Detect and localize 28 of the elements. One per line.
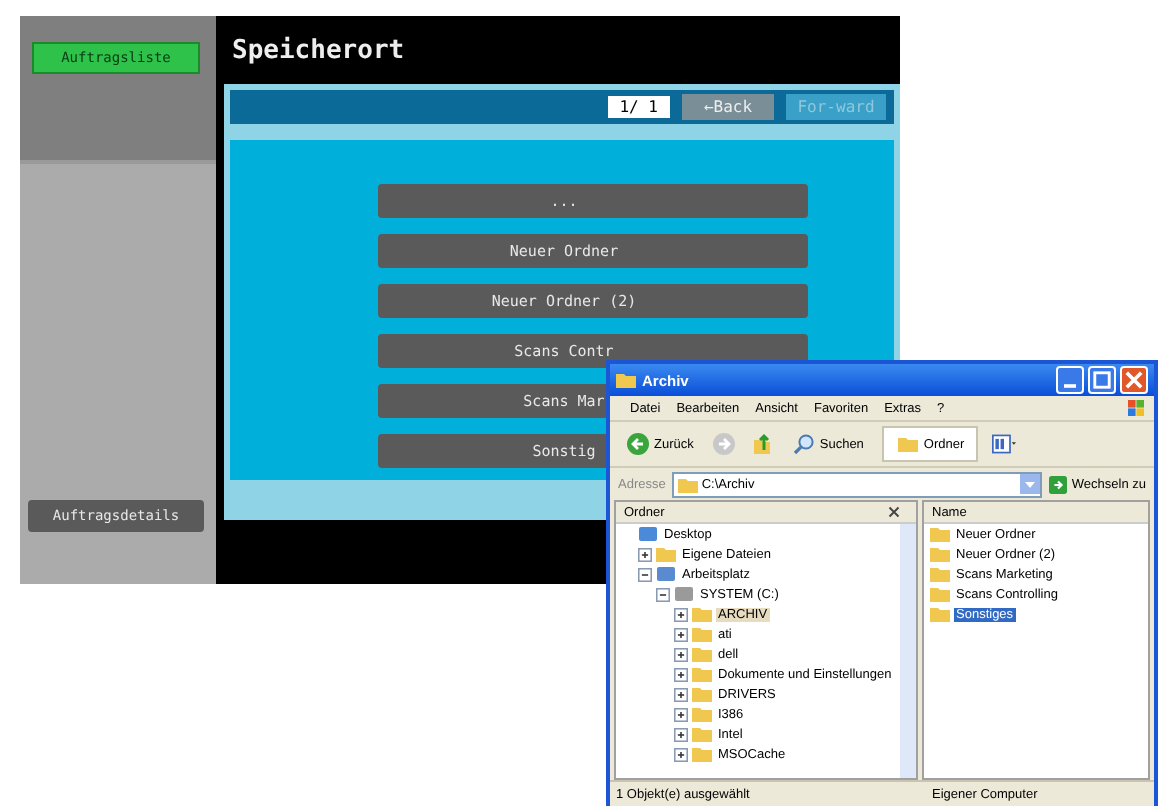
folder-icon: [677, 475, 698, 493]
screen-title: Speicherort: [232, 35, 405, 65]
maximize-button[interactable]: [1088, 366, 1116, 394]
expander-icon[interactable]: [674, 607, 688, 621]
expander-icon[interactable]: [656, 587, 670, 601]
minimize-icon: [1064, 383, 1076, 387]
close-button[interactable]: [1120, 366, 1148, 394]
back-arrow-icon: [626, 432, 650, 456]
expander-icon[interactable]: [638, 567, 652, 581]
search-icon: [791, 432, 816, 456]
expander-icon[interactable]: [674, 747, 688, 761]
go-arrow-icon: [1047, 475, 1068, 493]
views-icon[interactable]: [992, 432, 1017, 456]
expander-icon[interactable]: [674, 667, 688, 681]
expander-icon[interactable]: [674, 687, 688, 701]
expander-icon[interactable]: [638, 547, 652, 561]
expander-icon[interactable]: [674, 647, 688, 661]
expander-icon[interactable]: [674, 627, 688, 641]
windows-flag-icon: [1126, 398, 1146, 418]
folder-icon: [616, 372, 636, 388]
minimize-button[interactable]: [1056, 366, 1084, 394]
expander-icon[interactable]: [674, 707, 688, 721]
page-indicator: 1/ 1: [607, 96, 670, 118]
expander-icon[interactable]: [674, 727, 688, 741]
close-icon[interactable]: [888, 506, 900, 518]
folder-icon: [895, 432, 920, 456]
scrollbar[interactable]: [900, 524, 916, 778]
folder-up-icon[interactable]: [749, 432, 774, 456]
